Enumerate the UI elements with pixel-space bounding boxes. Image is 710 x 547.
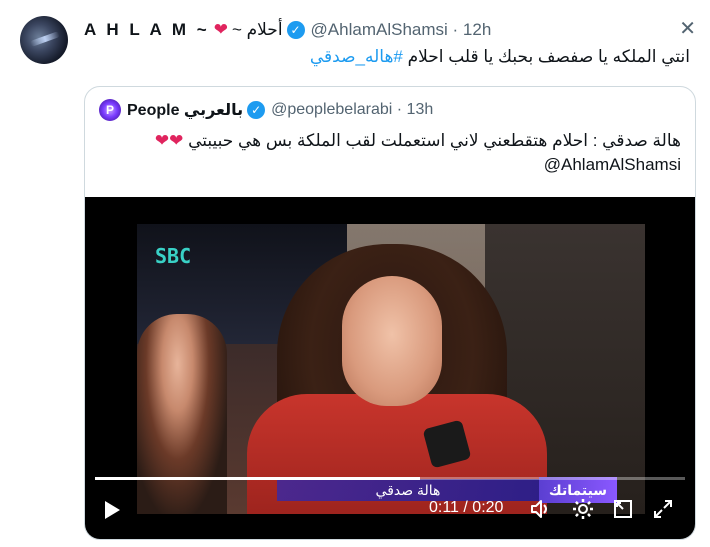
quoted-avatar[interactable]: P [99, 99, 121, 121]
fullscreen-icon[interactable] [651, 497, 675, 521]
picture-in-picture-icon[interactable] [611, 497, 635, 521]
sbc-logo: SBC [155, 244, 192, 268]
author-handle[interactable]: @AhlamAlShamsi [311, 20, 448, 40]
heart-emoji-icon: ❤ [213, 20, 228, 39]
heart-emoji-icon: ❤❤ [154, 131, 184, 150]
verified-badge-icon: ✓ [286, 21, 305, 39]
quoted-mention[interactable]: @AhlamAlShamsi [544, 155, 681, 174]
quoted-display-name[interactable]: People بالعربي [127, 100, 243, 120]
quoted-header: P People بالعربي ✓ @peoplebelarabi · 13h [99, 99, 433, 121]
quoted-text: هالة صدقي : احلام هتقطعني لاني استعملت ل… [101, 129, 681, 177]
separator-dot: · [447, 20, 463, 39]
play-icon[interactable] [103, 500, 121, 520]
tweet-body: انتي الملكه يا صفصف بحبك يا قلب احلام [402, 47, 690, 66]
background-person [137, 314, 227, 514]
display-name-suffix[interactable]: ~ أحلام [232, 20, 283, 40]
display-name[interactable]: A H L A M ~ [84, 20, 210, 40]
video-frame[interactable]: SBC هالة صدقي سيتماتك [137, 224, 645, 514]
video-progress-bar[interactable] [95, 477, 685, 480]
volume-icon[interactable] [529, 497, 553, 521]
tweet-header: A H L A M ~ ❤ ~ أحلام ✓ @AhlamAlShamsi ·… [84, 18, 690, 42]
speaker-face [342, 276, 442, 406]
separator-dot: · [392, 101, 407, 118]
quoted-tweet[interactable]: P People بالعربي ✓ @peoplebelarabi · 13h… [84, 86, 696, 540]
quoted-handle[interactable]: @peoplebelarabi [271, 101, 392, 119]
verified-badge-icon: ✓ [247, 101, 266, 119]
close-icon[interactable]: ✕ [679, 16, 696, 41]
video-time: 0:11 / 0:20 [429, 499, 504, 516]
quoted-time[interactable]: 13h [407, 101, 434, 119]
video-progress-fill [95, 477, 420, 480]
video-player[interactable]: SBC هالة صدقي سيتماتك 0:11 / 0:20 [85, 197, 695, 539]
quoted-text-line1: هالة صدقي : احلام هتقطعني لاني استعملت ل… [188, 131, 681, 150]
tweet-time[interactable]: 12h [463, 20, 491, 40]
tweet-text: انتي الملكه يا صفصف بحبك يا قلب احلام #ه… [70, 46, 690, 68]
author-avatar[interactable] [20, 16, 68, 64]
hashtag-link[interactable]: #هاله_صدقي [310, 47, 403, 66]
video-controls: 0:11 / 0:20 [85, 489, 695, 529]
gear-icon[interactable] [571, 497, 595, 521]
